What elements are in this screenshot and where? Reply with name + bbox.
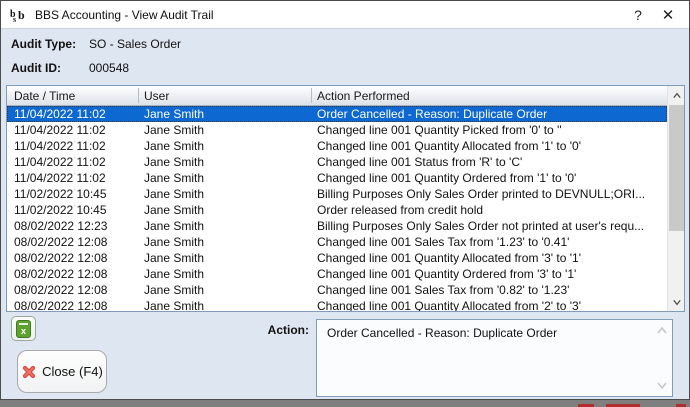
cell-user: Jane Smith — [144, 218, 310, 234]
table-row[interactable]: 08/02/2022 12:23 Jane Smith Billing Purp… — [7, 218, 667, 234]
table-row[interactable]: 11/02/2022 10:45 Jane Smith Order releas… — [7, 202, 667, 218]
excel-export-icon: x — [16, 320, 31, 338]
cell-user: Jane Smith — [144, 298, 310, 311]
chevron-up-icon — [673, 92, 681, 100]
audit-id-value: 000548 — [89, 61, 129, 75]
cell-action: Changed line 001 Sales Tax from '1.23' t… — [317, 234, 665, 250]
column-header-date[interactable]: Date / Time — [14, 89, 75, 103]
window-title: BBS Accounting - View Audit Trail — [35, 8, 623, 22]
table-row[interactable]: 08/02/2022 12:08 Jane Smith Changed line… — [7, 298, 667, 311]
cell-date: 11/04/2022 11:02 — [14, 154, 138, 170]
cell-action: Changed line 001 Quantity Allocated from… — [317, 138, 665, 154]
cell-date: 11/04/2022 11:02 — [14, 122, 138, 138]
cell-user: Jane Smith — [144, 106, 310, 122]
cell-user: Jane Smith — [144, 282, 310, 298]
cell-date: 11/04/2022 11:02 — [14, 106, 138, 122]
cell-action: Billing Purposes Only Sales Order not pr… — [317, 218, 665, 234]
table-row[interactable]: 11/02/2022 10:45 Jane Smith Billing Purp… — [7, 186, 667, 202]
table-row[interactable]: 11/04/2022 11:02 Jane Smith Order Cancel… — [7, 106, 667, 122]
column-header-user[interactable]: User — [144, 89, 169, 103]
scrollbar-thumb[interactable] — [669, 105, 684, 231]
cell-date: 08/02/2022 12:08 — [14, 282, 138, 298]
table-header: Date / Time User Action Performed — [7, 86, 667, 106]
cell-action: Billing Purposes Only Sales Order printe… — [317, 186, 665, 202]
column-separator — [138, 88, 139, 103]
cell-action: Changed line 001 Quantity Ordered from '… — [317, 170, 665, 186]
scroll-down-button[interactable] — [668, 293, 685, 310]
audit-table: Date / Time User Action Performed 11/04/… — [6, 85, 685, 312]
svg-text:x: x — [21, 326, 26, 336]
close-window-button[interactable]: ✕ — [653, 2, 683, 28]
cell-action: Changed line 001 Status from 'R' to 'C' — [317, 154, 665, 170]
cell-date: 08/02/2022 12:08 — [14, 266, 138, 282]
action-text: Order Cancelled - Reason: Duplicate Orde… — [327, 326, 557, 340]
cell-action: Changed line 001 Quantity Allocated from… — [317, 298, 665, 311]
cell-date: 11/02/2022 10:45 — [14, 186, 138, 202]
cell-action: Order Cancelled - Reason: Duplicate Orde… — [317, 106, 665, 122]
cell-action: Changed line 001 Quantity Picked from '0… — [317, 122, 665, 138]
chevron-up-icon[interactable] — [657, 326, 667, 336]
table-row[interactable]: 08/02/2022 12:08 Jane Smith Changed line… — [7, 250, 667, 266]
cell-user: Jane Smith — [144, 186, 310, 202]
cell-date: 08/02/2022 12:08 — [14, 298, 138, 311]
help-button[interactable]: ? — [623, 2, 653, 28]
audit-type-value: SO - Sales Order — [89, 37, 181, 51]
scroll-up-button[interactable] — [668, 87, 685, 104]
table-row[interactable]: 08/02/2022 12:08 Jane Smith Changed line… — [7, 266, 667, 282]
column-header-action[interactable]: Action Performed — [317, 89, 410, 103]
table-row[interactable]: 08/02/2022 12:08 Jane Smith Changed line… — [7, 234, 667, 250]
cell-action: Changed line 001 Quantity Ordered from '… — [317, 266, 665, 282]
cell-user: Jane Smith — [144, 154, 310, 170]
audit-type-label: Audit Type: — [11, 37, 76, 51]
cell-action: Order released from credit hold — [317, 202, 665, 218]
vertical-scrollbar[interactable] — [667, 86, 684, 311]
cell-user: Jane Smith — [144, 122, 310, 138]
column-separator — [311, 88, 312, 103]
table-row[interactable]: 11/04/2022 11:02 Jane Smith Changed line… — [7, 138, 667, 154]
svg-text:b: b — [18, 8, 25, 22]
action-label: Action: — [241, 323, 309, 337]
svg-text:s: s — [13, 15, 16, 23]
cell-user: Jane Smith — [144, 234, 310, 250]
cell-date: 08/02/2022 12:23 — [14, 218, 138, 234]
app-logo-icon: b s b — [10, 7, 28, 23]
cell-user: Jane Smith — [144, 266, 310, 282]
table-row[interactable]: 11/04/2022 11:02 Jane Smith Changed line… — [7, 122, 667, 138]
export-excel-button[interactable]: x — [11, 316, 36, 341]
title-bar: b s b BBS Accounting - View Audit Trail … — [1, 1, 689, 29]
table-body: 11/04/2022 11:02 Jane Smith Order Cancel… — [7, 106, 667, 311]
audit-trail-dialog: b s b BBS Accounting - View Audit Trail … — [0, 0, 690, 400]
chevron-down-icon[interactable] — [657, 380, 667, 390]
red-x-icon — [21, 364, 37, 380]
cell-user: Jane Smith — [144, 202, 310, 218]
cell-date: 08/02/2022 12:08 — [14, 250, 138, 266]
cell-date: 11/04/2022 11:02 — [14, 138, 138, 154]
cell-action: Changed line 001 Quantity Allocated from… — [317, 250, 665, 266]
cell-action: Changed line 001 Sales Tax from '0.82' t… — [317, 282, 665, 298]
cell-user: Jane Smith — [144, 138, 310, 154]
table-row[interactable]: 08/02/2022 12:08 Jane Smith Changed line… — [7, 282, 667, 298]
chevron-down-icon — [673, 298, 681, 306]
cell-user: Jane Smith — [144, 170, 310, 186]
close-button-label: Close (F4) — [42, 364, 103, 379]
cell-date: 08/02/2022 12:08 — [14, 234, 138, 250]
cell-date: 11/02/2022 10:45 — [14, 202, 138, 218]
cell-date: 11/04/2022 11:02 — [14, 170, 138, 186]
cell-user: Jane Smith — [144, 250, 310, 266]
action-textbox[interactable]: Order Cancelled - Reason: Duplicate Orde… — [316, 319, 673, 397]
audit-id-label: Audit ID: — [11, 61, 61, 75]
table-row[interactable]: 11/04/2022 11:02 Jane Smith Changed line… — [7, 170, 667, 186]
close-f4-button[interactable]: Close (F4) — [17, 350, 107, 393]
table-row[interactable]: 11/04/2022 11:02 Jane Smith Changed line… — [7, 154, 667, 170]
